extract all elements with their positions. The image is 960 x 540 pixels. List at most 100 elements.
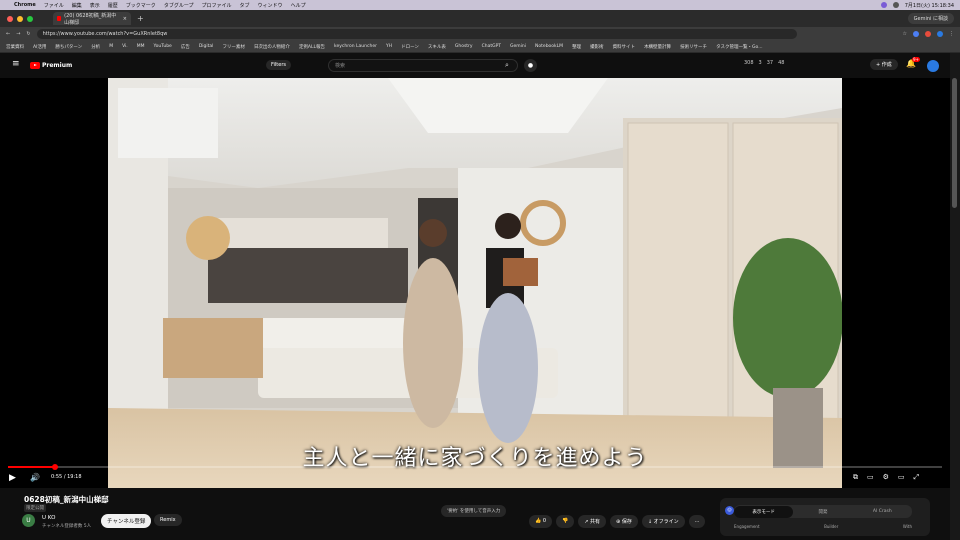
bookmark-item[interactable]: Ghostry [455,44,473,49]
tab-close-icon[interactable]: × [123,16,127,22]
youtube-logo[interactable]: Premium [30,62,72,69]
bookmark-item[interactable]: フリー素材 [222,44,245,50]
play-icon[interactable]: ▶ [9,473,16,483]
bookmark-item[interactable]: keychron Launcher [334,44,377,49]
wifi-icon[interactable] [892,2,899,8]
reload-icon[interactable]: ↻ [26,31,30,37]
menu-tab[interactable]: タブ [240,2,250,9]
bookmark-item[interactable]: YH [386,44,392,49]
fullscreen-icon[interactable]: ⤢ [914,473,920,482]
scrollbar-thumb[interactable] [952,78,957,208]
menu-history[interactable]: 履歴 [108,2,118,9]
hamburger-menu-icon[interactable]: ≡ [12,59,20,69]
search-input[interactable]: 検索 [328,59,518,72]
offline-button[interactable]: ↓ オフライン [641,515,685,528]
bookmark-item[interactable]: ドローン [401,44,419,50]
more-button[interactable]: ... [688,515,706,528]
address-bar[interactable]: https://www.youtube.com/watch?v=GuXRnIet… [36,29,797,39]
menu-edit[interactable]: 編集 [72,2,82,9]
bookmark-item[interactable]: 日次出の人物紹介 [254,44,290,50]
subtitles-icon[interactable]: ▭ [867,473,874,482]
menu-tabgroups[interactable]: タブグループ [164,2,194,9]
filters-button[interactable]: Filters [266,60,291,70]
menu-window[interactable]: ウィンドウ [258,2,283,9]
back-icon[interactable]: ← [6,31,10,37]
video-player[interactable]: 主人と一緒に家づくりを進めよう ▶ 🔊 0:55 / 19:18 ⧉ ▭ ⚙ ▭… [0,78,950,488]
forward-icon[interactable]: → [16,31,20,37]
status-icon[interactable] [880,2,887,8]
bookmark-item[interactable]: Gemini [510,44,526,49]
bookmark-item[interactable]: NotebookLM [535,44,563,49]
mode-tab-ai[interactable]: AI Crash [853,509,912,514]
menu-help[interactable]: ヘルプ [291,2,306,9]
menu-bookmarks[interactable]: ブックマーク [126,2,156,9]
settings-gear-icon[interactable]: ⚙ [883,473,889,482]
mode-icon[interactable]: ◎ [725,506,734,515]
menu-view[interactable]: 表示 [90,2,100,9]
notifications-bell-icon[interactable]: 🔔 9+ [906,57,920,68]
player-controls: ▶ 🔊 0:55 / 19:18 ⧉ ▭ ⚙ ▭ ⤢ [0,470,950,488]
create-button[interactable]: + 作成 [870,59,898,70]
autoplay-icon[interactable]: ⧉ [853,473,858,482]
menu-file[interactable]: ファイル [44,2,64,9]
bookmark-item[interactable]: Digital [199,44,214,49]
close-window-icon[interactable] [7,15,13,22]
account-avatar[interactable] [927,60,939,72]
progress-bar[interactable] [8,464,942,470]
bookmark-item[interactable]: 資料サイト [613,44,636,50]
bookmark-item[interactable]: Vi. [122,44,128,49]
bookmark-item[interactable]: ChatGPT [482,44,501,49]
mode-tab-dev[interactable]: 開発 [793,509,852,515]
bookmark-item[interactable]: YouTube [154,44,172,49]
video-scene-image [108,78,842,488]
mode-label-builder: Builder [824,524,839,529]
subscribe-button[interactable]: チャンネル登録 [101,514,152,528]
minimize-window-icon[interactable] [17,15,23,22]
bookmark-item[interactable]: 営業資料 [6,44,24,50]
bookmark-item[interactable]: 技術リサーチ [680,44,707,50]
bookmark-item[interactable]: タスク管理一覧・Go... [716,44,762,50]
theater-mode-icon[interactable]: ▭ [898,473,905,482]
player-right-controls: ⧉ ▭ ⚙ ▭ ⤢ [853,473,919,482]
visibility-badge: 限定公開 [24,504,46,512]
mic-icon[interactable]: ● [524,59,537,72]
bookmark-item[interactable]: MM [137,44,145,49]
share-button[interactable]: ↗ 共有 [578,515,607,528]
summary-prompt[interactable]: '要約' を使用して音声入力 [441,505,507,517]
channel-name[interactable]: U KO [42,515,55,521]
bookmark-item[interactable]: 勝ちパターン [55,44,82,50]
subscriber-count: チャンネル登録者数 5人 [42,524,92,529]
mode-tab-display[interactable]: 表示モード [734,505,794,518]
remix-button[interactable]: Remix [154,514,182,526]
bookmark-item[interactable]: 定例ALL報告 [299,44,325,50]
like-button[interactable]: 👍 0 [529,515,553,528]
new-tab-icon[interactable]: + [137,14,144,23]
menu-app-name[interactable]: Chrome [14,2,36,8]
bookmark-item[interactable]: 撮影術 [590,44,604,50]
page-scrollbar[interactable] [950,53,960,540]
extension-icon[interactable] [913,31,919,37]
bookmark-item[interactable]: 整理 [572,44,581,50]
channel-avatar[interactable]: U [22,514,35,527]
chrome-menu-icon[interactable]: ⋮ [949,31,954,37]
bookmark-item[interactable]: 分析 [91,44,100,50]
dislike-button[interactable]: 👎 [556,515,575,528]
volume-icon[interactable]: 🔊 [30,473,40,482]
bookmark-item[interactable]: スキル表 [428,44,446,50]
menu-profiles[interactable]: プロファイル [202,2,232,9]
save-button[interactable]: ⊕ 保存 [610,515,638,528]
bookmark-item[interactable]: M [109,44,113,49]
profile-icon[interactable] [937,31,943,37]
save-label: 保存 [621,519,632,525]
gemini-button[interactable]: Gemini に相談 [907,13,954,24]
browser-tab[interactable]: (20) 0628初稿_新潟中山梯邸 × [53,12,131,26]
menu-clock[interactable]: 7月1日(火) 15:18:34 [905,2,954,9]
bookmark-star-icon[interactable]: ☆ [903,31,907,37]
search-icon[interactable]: ⌕ [498,59,516,72]
extension-icon-2[interactable] [925,31,931,37]
bookmark-item[interactable]: 広告 [181,44,190,50]
maximize-window-icon[interactable] [27,15,33,22]
bookmark-item[interactable]: 木構壁量計算 [644,44,671,50]
mac-menu-bar: Chrome ファイル 編集 表示 履歴 ブックマーク タブグループ プロファイ… [0,0,960,10]
bookmark-item[interactable]: AI活用 [33,44,46,50]
